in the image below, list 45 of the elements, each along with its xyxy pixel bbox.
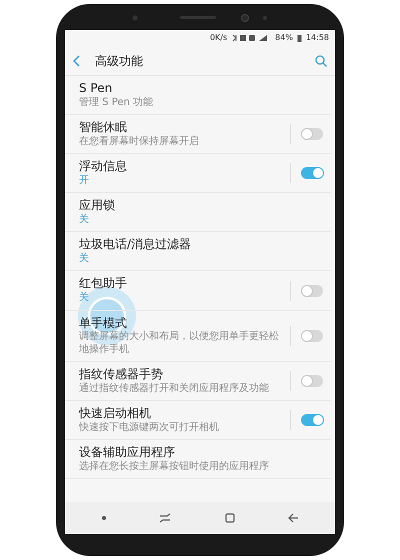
item-title: 应用锁 [79, 198, 116, 214]
settings-item[interactable]: 垃圾电话/消息过滤器 关 [65, 232, 331, 272]
toggle-switch[interactable] [301, 128, 323, 140]
item-description: 在您看屏幕时保持屏幕开启 [79, 136, 200, 148]
network-speed: 0K/s [210, 32, 228, 44]
item-status: 关 [79, 292, 90, 305]
toggle-switch[interactable] [301, 414, 323, 426]
settings-item[interactable]: 设备辅助应用程序 选择在您长按主屏幕按钮时使用的应用程序 [65, 440, 331, 480]
item-description: 选择在您长按主屏幕按钮时使用的应用程序 [79, 460, 270, 474]
item-description: 快速按下电源键两次可打开相机 [79, 422, 220, 434]
item-title: 设备辅助应用程序 [79, 445, 176, 460]
settings-item[interactable]: 快速启动相机 快速按下电源键两次可打开相机 [65, 401, 331, 440]
item-title: 单手模式 [79, 316, 128, 330]
toggle-switch[interactable] [301, 330, 323, 342]
item-title: 浮动信息 [79, 159, 128, 175]
home-icon[interactable] [224, 513, 235, 523]
item-title: S Pen [79, 81, 114, 97]
item-status: 关 [79, 214, 90, 226]
item-title: 快速启动相机 [79, 406, 152, 422]
item-title: 智能休眠 [79, 120, 128, 136]
item-title: 指纹传感器手势 [79, 367, 164, 382]
item-description: 调整屏幕的大小和布局，以便您用单手更轻松地操作手机 [79, 331, 280, 356]
battery-icon [296, 34, 302, 42]
toggle-switch[interactable] [301, 375, 323, 388]
search-icon[interactable] [315, 54, 327, 66]
dot-icon[interactable] [102, 516, 106, 520]
settings-item[interactable]: 应用锁 关 [65, 193, 331, 232]
settings-item[interactable]: 浮动信息 开 [65, 154, 331, 194]
settings-item[interactable]: S Pen 管理 S Pen 功能 [65, 76, 331, 116]
back-icon[interactable] [73, 54, 81, 66]
item-status: 开 [79, 174, 90, 188]
item-status: 关 [79, 252, 90, 266]
settings-item[interactable]: 智能休眠 在您看屏幕时保持屏幕开启 [65, 115, 331, 154]
item-title: 红包助手 [79, 276, 128, 292]
item-description: 通过指纹传感器打开和关闭应用程序及功能 [79, 382, 270, 396]
back-icon[interactable] [288, 513, 298, 523]
page-title: 高级功能 [95, 52, 144, 70]
toggle-switch[interactable] [301, 167, 323, 180]
toggle-switch[interactable] [301, 284, 323, 297]
battery-percent: 84% [275, 32, 293, 44]
settings-item[interactable]: 指纹传感器手势 通过指纹传感器打开和关闭应用程序及功能 [65, 362, 331, 402]
recent-apps-icon[interactable] [159, 513, 172, 523]
item-description: 管理 S Pen 功能 [79, 96, 154, 110]
item-title: 垃圾电话/消息过滤器 [79, 237, 192, 252]
clock: 14:58 [306, 32, 329, 44]
